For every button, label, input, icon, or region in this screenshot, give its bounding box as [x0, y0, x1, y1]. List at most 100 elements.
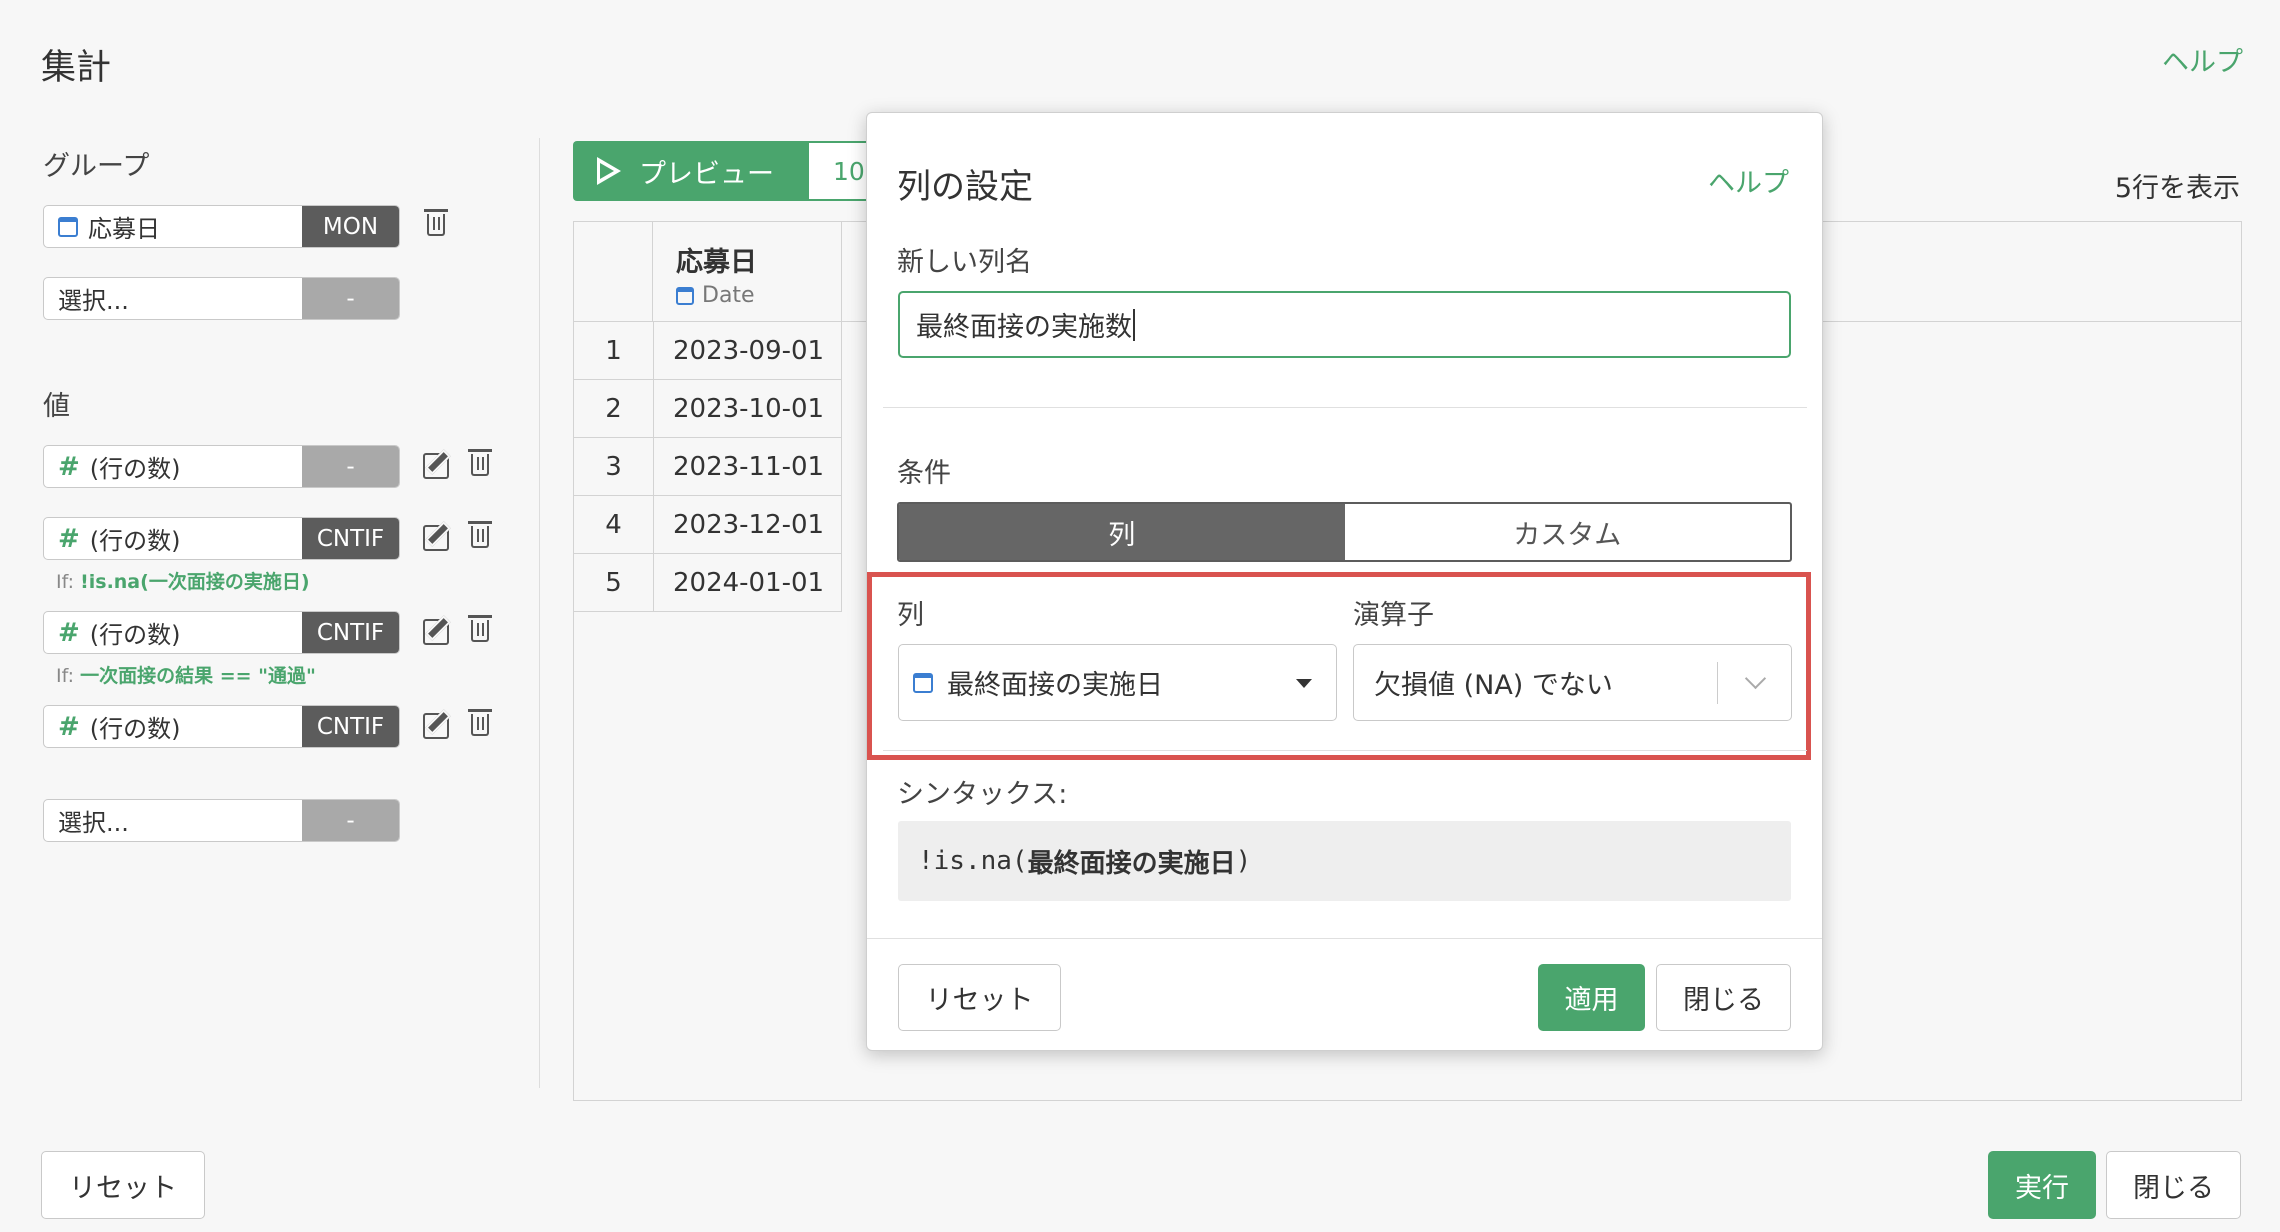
close-button[interactable]: 閉じる	[2106, 1151, 2241, 1219]
group-label: グループ	[43, 151, 150, 182]
preview-label: プレビュー	[639, 158, 774, 190]
preview-count-input[interactable]: 10	[809, 141, 869, 201]
new-name-label: 新しい列名	[897, 247, 1032, 278]
cell-value: 2023-10-01	[673, 394, 825, 424]
row-number: 1	[605, 336, 622, 366]
text-caret	[1133, 308, 1135, 341]
hash-icon: #	[58, 451, 80, 482]
delete-icon[interactable]	[465, 709, 495, 740]
caret-down-icon	[1296, 679, 1312, 688]
column-label: 列	[897, 600, 924, 631]
column-settings-dialog: 列の設定 ヘルプ 新しい列名 最終面接の実施数 条件 列 カスタム 列 演算子 …	[866, 112, 1823, 1051]
syntax-preview: !is.na(最終面接の実施日)	[898, 821, 1791, 901]
row-number: 5	[605, 568, 622, 598]
dialog-close-button[interactable]: 閉じる	[1656, 964, 1791, 1031]
value-field-4[interactable]: # (行の数) CNTIF	[43, 705, 400, 748]
value-field-tag[interactable]: CNTIF	[302, 612, 399, 653]
table-row: 2 2023-10-01	[574, 380, 842, 438]
cell-value: 2023-11-01	[673, 452, 825, 482]
value-select-placeholder: 選択...	[58, 809, 129, 837]
row-number: 3	[605, 452, 622, 482]
group-select-field[interactable]: 選択... -	[43, 277, 400, 320]
value-select-tag[interactable]: -	[302, 800, 399, 841]
column-type: Date	[702, 283, 755, 308]
operator-label: 演算子	[1353, 600, 1434, 631]
row-number: 2	[605, 394, 622, 424]
table-row: 3 2023-11-01	[574, 438, 842, 496]
delete-icon[interactable]	[465, 615, 495, 646]
dialog-help-link[interactable]: ヘルプ	[1708, 161, 1789, 200]
condition-prefix: If:	[56, 571, 75, 593]
edit-icon[interactable]	[421, 711, 451, 741]
value-field-3[interactable]: # (行の数) CNTIF	[43, 611, 400, 654]
syntax-prefix: !is.na(	[918, 846, 1028, 876]
condition-label: 条件	[897, 458, 951, 489]
column-select[interactable]: 最終面接の実施日	[898, 644, 1337, 721]
calendar-icon	[58, 216, 78, 237]
value-field-2[interactable]: # (行の数) CNTIF	[43, 517, 400, 560]
value-select-field[interactable]: 選択... -	[43, 799, 400, 842]
preview-button[interactable]: プレビュー	[573, 141, 809, 201]
group-select-placeholder: 選択...	[58, 287, 129, 315]
delete-icon[interactable]	[465, 449, 495, 480]
value-field-name: (行の数)	[89, 455, 181, 483]
group-field-tag[interactable]: MON	[302, 206, 399, 247]
new-column-name-value: 最終面接の実施数	[916, 312, 1132, 343]
syntax-suffix: )	[1235, 846, 1252, 876]
group-select-tag[interactable]: -	[302, 278, 399, 319]
new-column-name-input[interactable]: 最終面接の実施数	[898, 291, 1791, 358]
value-field-tag[interactable]: CNTIF	[302, 518, 399, 559]
calendar-icon	[676, 286, 694, 305]
condition-expression: 一次面接の結果 == "通過"	[80, 665, 316, 687]
row-number: 4	[605, 510, 622, 540]
hash-icon: #	[58, 617, 80, 648]
value-field-tag[interactable]: CNTIF	[302, 706, 399, 747]
select-separator	[1717, 662, 1718, 704]
table-row: 5 2024-01-01	[574, 554, 842, 612]
rownum-header	[574, 222, 653, 321]
hash-icon: #	[58, 711, 80, 742]
edit-icon[interactable]	[421, 523, 451, 553]
edit-icon[interactable]	[421, 617, 451, 647]
group-field-1[interactable]: 応募日 MON	[43, 205, 400, 248]
cell-value: 2023-09-01	[673, 336, 825, 366]
divider	[867, 938, 1822, 939]
reset-button[interactable]: リセット	[41, 1151, 205, 1219]
operator-select-value: 欠損値 (NA) でない	[1374, 670, 1613, 701]
condition-mode-toggle: 列 カスタム	[897, 502, 1792, 562]
tab-custom[interactable]: カスタム	[1345, 504, 1791, 560]
edit-icon[interactable]	[421, 451, 451, 481]
dialog-apply-button[interactable]: 適用	[1538, 964, 1645, 1031]
column-select-value: 最終面接の実施日	[947, 670, 1163, 701]
chevron-down-icon	[1744, 667, 1767, 690]
run-button[interactable]: 実行	[1988, 1151, 2096, 1219]
table-row: 1 2023-09-01	[574, 322, 842, 380]
group-field-name: 応募日	[88, 215, 160, 243]
hash-icon: #	[58, 523, 80, 554]
syntax-column: 最終面接の実施日	[1027, 848, 1236, 879]
cell-value: 2023-12-01	[673, 510, 825, 540]
delete-icon[interactable]	[421, 209, 451, 240]
tab-column[interactable]: 列	[899, 504, 1345, 560]
condition-prefix: If:	[56, 665, 75, 687]
divider	[883, 407, 1807, 408]
value-field-name: (行の数)	[89, 527, 181, 555]
column-header-date[interactable]: 応募日 Date	[654, 222, 842, 322]
panel-divider	[539, 138, 540, 1088]
calendar-icon	[913, 672, 933, 693]
page-title: 集計	[41, 48, 112, 88]
syntax-label: シンタックス:	[897, 779, 1068, 810]
value-field-tag[interactable]: -	[302, 446, 399, 487]
value-field-1[interactable]: # (行の数) -	[43, 445, 400, 488]
column-name: 応募日	[676, 247, 757, 278]
help-link[interactable]: ヘルプ	[2162, 40, 2243, 79]
rows-shown-text: 5行を表示	[2114, 173, 2240, 204]
values-label: 値	[43, 391, 70, 422]
cell-value: 2024-01-01	[673, 568, 825, 598]
dialog-reset-button[interactable]: リセット	[898, 964, 1061, 1031]
operator-select[interactable]: 欠損値 (NA) でない	[1353, 644, 1792, 721]
value-field-name: (行の数)	[89, 715, 181, 743]
table-row: 4 2023-12-01	[574, 496, 842, 554]
value-condition: If: !is.na(一次面接の実施日)	[56, 567, 310, 594]
delete-icon[interactable]	[465, 521, 495, 552]
